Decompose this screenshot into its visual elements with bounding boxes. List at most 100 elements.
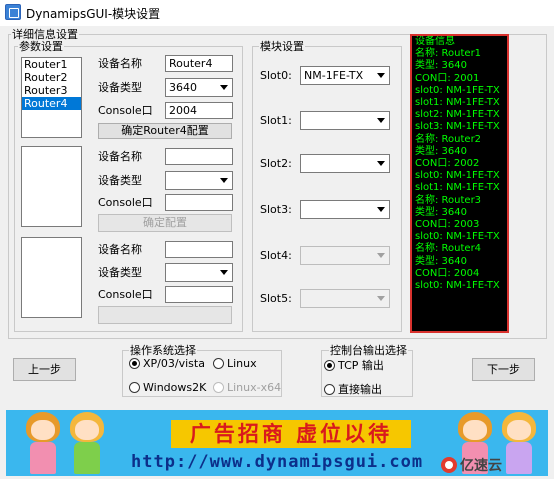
window-title: DynamipsGUI-模块设置 [26, 7, 161, 21]
os-option-label: XP/03/vista [143, 357, 205, 370]
console-port-label: Console口 [98, 288, 153, 301]
console-line: CON口: 2001 [415, 72, 480, 84]
radio-icon [129, 382, 140, 393]
router-list-3[interactable] [21, 237, 82, 318]
chevron-down-icon [373, 247, 389, 264]
chevron-down-icon[interactable] [373, 155, 389, 172]
console-port-field[interactable] [165, 194, 233, 211]
next-step-button[interactable]: 下一步 [472, 358, 535, 381]
dialog-window: DynamipsGUI-模块设置 详细信息设置 参数设置 Router1 Rou… [0, 0, 554, 479]
output-radio-direct[interactable]: 直接输出 [324, 381, 382, 397]
device-type-label: 设备类型 [98, 174, 142, 187]
chevron-down-icon[interactable] [373, 67, 389, 84]
device-type-select[interactable] [165, 171, 233, 190]
banner-slogan: 广告招商 虚位以待 [171, 420, 411, 448]
radio-checked-icon [324, 359, 335, 371]
console-line: CON口: 2004 [415, 267, 480, 279]
module-settings-label: 模块设置 [259, 40, 305, 53]
os-radio-win2k[interactable]: Windows2K [129, 381, 206, 394]
chevron-down-icon[interactable] [216, 172, 232, 189]
console-line: slot0: NM-1FE-TX [415, 170, 500, 182]
slot1-select[interactable] [300, 111, 390, 130]
confirm-router-button[interactable]: 确定Router4配置 [98, 123, 232, 139]
confirm-config-button[interactable]: 确定配置 [98, 214, 232, 232]
chevron-down-icon[interactable] [373, 201, 389, 218]
console-line: slot0: NM-1FE-TX [415, 280, 500, 292]
router-list-2[interactable] [21, 146, 82, 227]
slot4-label: Slot4: [260, 249, 292, 262]
os-option-label: Linux-x64 [227, 381, 282, 394]
console-line: 名称: Router3 [415, 194, 482, 206]
os-radio-linux[interactable]: Linux [213, 357, 257, 370]
router-list-item-selected[interactable]: Router4 [22, 97, 81, 110]
console-output-label: 控制台输出选择 [329, 344, 408, 357]
slot1-label: Slot1: [260, 114, 292, 127]
router-list[interactable]: Router1 Router2 Router3 Router4 [21, 57, 82, 138]
router-list-item[interactable]: Router1 [22, 58, 81, 71]
device-type-label: 设备类型 [98, 266, 142, 279]
os-option-label: Windows2K [143, 381, 207, 394]
device-name-field[interactable]: Router4 [165, 55, 233, 72]
device-name-label: 设备名称 [98, 150, 142, 163]
console-line: slot2: NM-1FE-TX [415, 109, 500, 121]
router-list-item[interactable]: Router2 [22, 71, 81, 84]
device-name-field[interactable] [165, 241, 233, 258]
console-port-field[interactable] [165, 286, 233, 303]
output-option-label: TCP 输出 [338, 359, 384, 372]
slot2-label: Slot2: [260, 157, 292, 170]
device-type-select[interactable] [165, 263, 233, 282]
radio-icon [324, 383, 335, 395]
chevron-down-icon[interactable] [373, 112, 389, 129]
banner-url[interactable]: http://www.dynamipsgui.com [131, 452, 423, 472]
chevron-down-icon [373, 290, 389, 307]
slot2-select[interactable] [300, 154, 390, 173]
watermark-text: 亿速云 [460, 458, 502, 474]
console-line: 类型: 3640 [415, 255, 467, 267]
slot4-select[interactable] [300, 246, 390, 265]
console-port-label: Console口 [98, 104, 153, 117]
param-settings-label: 参数设置 [18, 40, 64, 53]
radio-checked-icon [129, 358, 140, 369]
console-line: slot3: NM-1FE-TX [415, 121, 500, 133]
console-port-label: Console口 [98, 196, 153, 209]
confirm-config-button-3[interactable] [98, 306, 232, 324]
slot0-value: NM-1FE-TX [304, 69, 364, 82]
chevron-down-icon[interactable] [216, 79, 232, 96]
slot5-label: Slot5: [260, 292, 292, 305]
cartoon-girl-image [20, 412, 66, 474]
os-option-label: Linux [227, 357, 257, 370]
console-line: 名称: Router2 [415, 133, 482, 145]
console-line: slot1: NM-1FE-TX [415, 182, 500, 194]
slot3-label: Slot3: [260, 203, 292, 216]
cloud-logo-icon [441, 457, 457, 473]
os-radio-linux-x64[interactable]: Linux-x64 [213, 381, 281, 394]
console-line: 设备信息 [415, 36, 455, 47]
console-port-field[interactable]: 2004 [165, 102, 233, 119]
slot3-select[interactable] [300, 200, 390, 219]
device-name-field[interactable] [165, 148, 233, 165]
output-option-label: 直接输出 [338, 383, 382, 396]
device-type-select[interactable]: 3640 [165, 78, 233, 97]
console-line: slot0: NM-1FE-TX [415, 84, 500, 96]
console-line: slot1: NM-1FE-TX [415, 97, 500, 109]
console-line: 类型: 3640 [415, 60, 467, 72]
prev-step-button[interactable]: 上一步 [13, 358, 76, 381]
router-list-item[interactable]: Router3 [22, 84, 81, 97]
device-info-console: 设备信息 名称: Router1 类型: 3640 CON口: 2001 slo… [410, 34, 509, 333]
radio-icon [213, 382, 224, 393]
device-type-value: 3640 [169, 81, 197, 94]
os-radio-xp[interactable]: XP/03/vista [129, 357, 205, 370]
slot5-select[interactable] [300, 289, 390, 308]
output-radio-tcp[interactable]: TCP 输出 [324, 357, 384, 373]
console-line: 名称: Router1 [415, 48, 482, 60]
device-name-label: 设备名称 [98, 57, 142, 70]
slot0-select[interactable]: NM-1FE-TX [300, 66, 390, 85]
app-icon [5, 4, 21, 20]
chevron-down-icon[interactable] [216, 264, 232, 281]
os-select-label: 操作系统选择 [129, 344, 197, 357]
device-name-label: 设备名称 [98, 243, 142, 256]
console-line: 名称: Router4 [415, 243, 482, 255]
slot0-label: Slot0: [260, 69, 292, 82]
console-line: CON口: 2003 [415, 219, 480, 231]
console-line: slot0: NM-1FE-TX [415, 231, 500, 243]
